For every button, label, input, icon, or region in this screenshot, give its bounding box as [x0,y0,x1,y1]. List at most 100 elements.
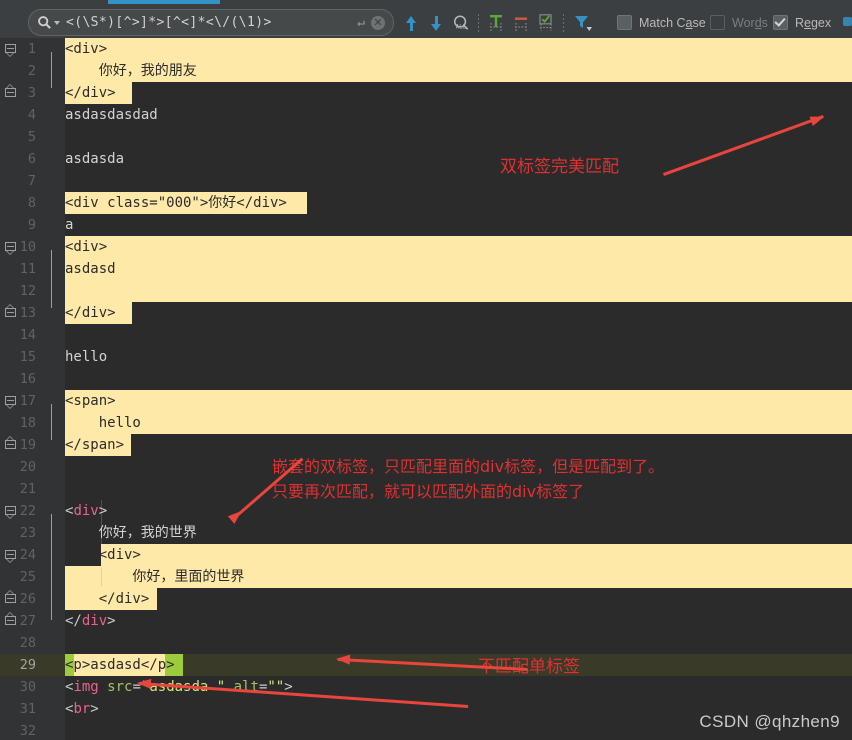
active-tab-indicator[interactable] [108,0,220,4]
toolbar-separator-1 [478,14,479,32]
line-number-current: 29 [0,654,36,676]
fold-connector [51,250,52,308]
match-case-label: Match Case [639,16,706,30]
arrow-up-icon [406,16,416,23]
match-case-checkbox[interactable]: Match Case [617,15,706,30]
line-number: 5 [0,126,36,148]
code-line-23[interactable]: 你好，我的世界 [65,522,197,544]
search-icon[interactable] [37,15,52,30]
magnifier-all-icon: ALL [452,14,471,33]
fold-connector [51,404,52,440]
filter-icon [573,14,593,33]
annotation-nested-line1: 嵌套的双标签，只匹配里面的div标签，但是匹配到了。 [272,456,664,478]
line-number: 30 [0,676,36,698]
regex-checkbox[interactable]: Regex [773,15,831,30]
search-match-highlight [101,544,852,566]
line-number: 2 [0,60,36,82]
search-history-chevron-down-icon[interactable] [54,21,60,25]
code-line-8[interactable]: <div class="000">你好</div> [65,192,287,214]
line-number: 31 [0,698,36,720]
prev-occurrence-button[interactable] [400,12,422,34]
fold-marker-end[interactable] [5,88,18,101]
line-number: 23 [0,522,36,544]
code-line-4[interactable]: asdasdasdad [65,104,158,126]
annotation-perfect-match: 双标签完美匹配 [500,156,619,178]
code-line-29[interactable]: <p>asdasd</p> [65,654,175,676]
fold-marker-collapse[interactable] [5,396,18,409]
code-line-6[interactable]: asdasda [65,148,124,170]
select-all-occurrences-button[interactable]: ALL [450,12,472,34]
code-line-1[interactable]: <div> [65,38,107,60]
fold-marker-end[interactable] [5,616,18,629]
watermark: CSDN @qhzhen9 [699,712,840,732]
search-match-highlight [65,390,852,434]
fold-marker-collapse[interactable] [5,506,18,519]
fold-connector [51,52,52,88]
match-case-checkbox-box[interactable] [617,15,632,30]
code-editor[interactable]: 1 2 3 4 5 6 7 8 9 10 11 12 13 14 15 16 1… [0,38,852,740]
code-line-22[interactable]: <div> [65,500,107,522]
line-number: 14 [0,324,36,346]
search-match-highlight [65,236,852,302]
code-line-24[interactable]: <div> [65,544,141,566]
code-content[interactable]: <div> 你好，我的朋友 </div> asdasdasdad asdasda… [65,38,852,740]
svg-text:ALL: ALL [455,24,466,30]
code-line-26[interactable]: </div> [65,588,149,610]
minus-icon [513,14,533,32]
code-line-19[interactable]: </span> [65,434,124,456]
code-line-18[interactable]: hello [65,412,141,434]
line-number: 16 [0,368,36,390]
filter-button[interactable] [572,12,594,34]
search-input-value[interactable]: <(\S*)[^>]*>[^<]*<\/(\1)> [66,15,357,30]
words-checkbox[interactable]: Words [710,15,768,30]
line-number: 15 [0,346,36,368]
ide-find-in-file-window: <(\S*)[^>]*>[^<]*<\/(\1)> ↵ ✕ ALL [0,0,852,740]
code-line-2[interactable]: 你好，我的朋友 [65,60,197,82]
find-toolbar: <(\S*)[^>]*>[^<]*<\/(\1)> ↵ ✕ ALL [0,5,852,39]
code-line-10[interactable]: <div> [65,236,107,258]
line-number: 4 [0,104,36,126]
line-number: 32 [0,720,36,740]
fold-connector [51,514,52,620]
fold-marker-collapse-nested[interactable] [5,550,18,563]
regex-label: Regex [795,16,831,30]
arrow-down-icon [431,24,441,31]
line-number: 20 [0,456,36,478]
code-line-11[interactable]: asdasd [65,258,116,280]
search-field[interactable]: <(\S*)[^>]*>[^<]*<\/(\1)> ↵ ✕ [28,9,394,36]
code-line-25[interactable]: 你好，里面的世界 [65,566,244,588]
select-all-lines-button[interactable] [537,12,559,34]
code-line-27[interactable]: </div> [65,610,116,632]
fold-marker-end[interactable] [5,308,18,321]
line-number: 7 [0,170,36,192]
line-number: 12 [0,280,36,302]
line-number: 8 [0,192,36,214]
fold-marker-collapse[interactable] [5,242,18,255]
overflow-icon[interactable] [843,17,852,26]
clear-search-icon[interactable]: ✕ [371,16,385,30]
toolbar-separator-2 [563,14,564,32]
code-line-3[interactable]: </div> [65,82,116,104]
line-number: 28 [0,632,36,654]
fold-marker-collapse[interactable] [5,44,18,57]
fold-marker-end-nested[interactable] [5,594,18,607]
next-occurrence-button[interactable] [425,12,447,34]
code-line-31[interactable]: <br> [65,698,99,720]
line-number: 18 [0,412,36,434]
regex-checkbox-box[interactable] [773,15,788,30]
code-line-13[interactable]: </div> [65,302,116,324]
plus-icon [488,14,508,32]
line-number: 6 [0,148,36,170]
line-number: 21 [0,478,36,500]
code-line-15[interactable]: hello [65,346,107,368]
code-line-17[interactable]: <span> [65,390,116,412]
words-checkbox-box[interactable] [710,15,725,30]
add-line-to-selection-button[interactable] [487,12,509,34]
line-number: 25 [0,566,36,588]
fold-marker-end[interactable] [5,440,18,453]
line-number: 11 [0,258,36,280]
enter-hint-icon: ↵ [357,15,365,30]
code-line-9[interactable]: a [65,214,73,236]
remove-line-from-selection-button[interactable] [512,12,534,34]
line-number: 9 [0,214,36,236]
